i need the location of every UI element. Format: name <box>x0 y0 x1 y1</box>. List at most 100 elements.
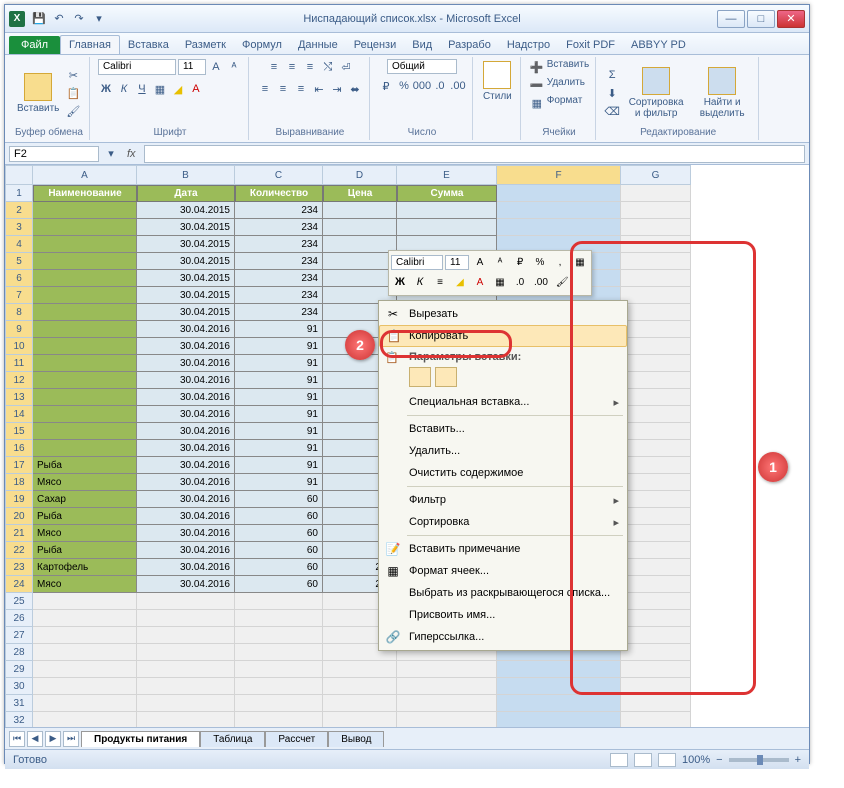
cell[interactable] <box>397 219 497 236</box>
sheet-tab[interactable]: Рассчет <box>265 731 328 747</box>
cell[interactable]: 234 <box>235 287 323 304</box>
cell[interactable]: 91 <box>235 423 323 440</box>
cell[interactable] <box>137 712 235 727</box>
cell[interactable] <box>621 712 691 727</box>
cell[interactable] <box>33 661 137 678</box>
cell[interactable] <box>497 712 621 727</box>
row-header-9[interactable]: 9 <box>5 321 33 338</box>
cell[interactable] <box>33 372 137 389</box>
row-header-19[interactable]: 19 <box>5 491 33 508</box>
ctx-dropdown-pick[interactable]: Выбрать из раскрывающегося списка... <box>379 582 627 604</box>
cell[interactable]: Рыба <box>33 508 137 525</box>
cell[interactable] <box>323 678 397 695</box>
cell[interactable] <box>497 185 621 202</box>
ctx-paste-special[interactable]: Специальная вставка...▸ <box>379 391 627 413</box>
cell[interactable]: 30.04.2015 <box>137 202 235 219</box>
row-header-2[interactable]: 2 <box>5 202 33 219</box>
cell[interactable]: Рыба <box>33 542 137 559</box>
cell[interactable]: 91 <box>235 372 323 389</box>
font-color-icon[interactable]: A <box>188 81 204 97</box>
mini-comma-icon[interactable]: , <box>551 253 569 271</box>
cell[interactable]: 91 <box>235 389 323 406</box>
cell[interactable] <box>33 406 137 423</box>
cell[interactable]: 30.04.2015 <box>137 236 235 253</box>
clear-icon[interactable]: ⌫ <box>604 103 620 119</box>
cell[interactable] <box>33 236 137 253</box>
mini-italic-icon[interactable]: К <box>411 273 429 291</box>
cell[interactable] <box>621 457 691 474</box>
cell[interactable] <box>235 712 323 727</box>
close-button[interactable]: ✕ <box>777 10 805 28</box>
cell[interactable] <box>323 202 397 219</box>
table-header[interactable]: Наименование <box>33 185 137 202</box>
cell[interactable] <box>621 304 691 321</box>
ctx-define-name[interactable]: Присвоить имя... <box>379 604 627 626</box>
cell[interactable] <box>621 253 691 270</box>
row-header-14[interactable]: 14 <box>5 406 33 423</box>
mini-percent-icon[interactable]: % <box>531 253 549 271</box>
cell[interactable] <box>33 304 137 321</box>
font-size-select[interactable]: 11 <box>178 59 206 75</box>
mini-dec-dec-icon[interactable]: .00 <box>531 273 551 291</box>
cell[interactable] <box>397 678 497 695</box>
cell[interactable]: 30.04.2016 <box>137 372 235 389</box>
cell[interactable] <box>621 355 691 372</box>
fill-color-icon[interactable]: ◢ <box>170 81 186 97</box>
cell[interactable] <box>621 423 691 440</box>
paste-button[interactable]: Вставить <box>15 71 61 116</box>
cell[interactable] <box>497 678 621 695</box>
cell[interactable]: 30.04.2016 <box>137 559 235 576</box>
tab-abbyy[interactable]: ABBYY PD <box>623 36 694 54</box>
align-right-icon[interactable]: ≡ <box>293 81 309 97</box>
row-header-32[interactable]: 32 <box>5 712 33 727</box>
ctx-comment[interactable]: 📝Вставить примечание <box>379 538 627 560</box>
sort-filter-button[interactable]: Сортировка и фильтр <box>624 65 688 121</box>
copy-icon[interactable]: 📋 <box>65 85 81 101</box>
ctx-insert[interactable]: Вставить... <box>379 418 627 440</box>
cut-icon[interactable]: ✂ <box>65 67 81 83</box>
row-header-30[interactable]: 30 <box>5 678 33 695</box>
tab-review[interactable]: Рецензи <box>346 36 405 54</box>
cell[interactable]: 234 <box>235 219 323 236</box>
row-header-11[interactable]: 11 <box>5 355 33 372</box>
cell[interactable]: 91 <box>235 457 323 474</box>
cell[interactable] <box>137 678 235 695</box>
view-normal-icon[interactable] <box>610 753 628 767</box>
ctx-clear[interactable]: Очистить содержимое <box>379 462 627 484</box>
cell[interactable] <box>33 270 137 287</box>
cell[interactable] <box>621 474 691 491</box>
format-painter-icon[interactable]: 🖌 <box>65 103 81 119</box>
row-header-27[interactable]: 27 <box>5 627 33 644</box>
row-header-26[interactable]: 26 <box>5 610 33 627</box>
cell[interactable] <box>323 236 397 253</box>
cell[interactable] <box>397 695 497 712</box>
indent-dec-icon[interactable]: ⇤ <box>311 81 327 97</box>
select-all-corner[interactable] <box>5 165 33 185</box>
cell[interactable] <box>33 678 137 695</box>
table-header[interactable]: Сумма <box>397 185 497 202</box>
indent-inc-icon[interactable]: ⇥ <box>329 81 345 97</box>
cell[interactable] <box>33 423 137 440</box>
currency-icon[interactable]: ₽ <box>378 78 394 94</box>
tab-view[interactable]: Вид <box>404 36 440 54</box>
ctx-hyperlink[interactable]: 🔗Гиперссылка... <box>379 626 627 648</box>
sheet-tab[interactable]: Таблица <box>200 731 265 747</box>
cell[interactable] <box>235 661 323 678</box>
cell[interactable] <box>137 627 235 644</box>
inc-decimal-icon[interactable]: .0 <box>432 78 448 94</box>
cell[interactable] <box>621 202 691 219</box>
sheet-nav-first-icon[interactable]: ⏮ <box>9 731 25 747</box>
table-header[interactable]: Количество <box>235 185 323 202</box>
cell[interactable]: 234 <box>235 202 323 219</box>
cell[interactable] <box>137 695 235 712</box>
formula-input[interactable] <box>144 145 805 163</box>
ctx-format-cells[interactable]: ▦Формат ячеек... <box>379 560 627 582</box>
file-tab[interactable]: Файл <box>9 36 60 54</box>
cell[interactable] <box>621 576 691 593</box>
cell[interactable]: 30.04.2015 <box>137 219 235 236</box>
cell[interactable]: 30.04.2016 <box>137 423 235 440</box>
cell[interactable] <box>397 712 497 727</box>
cell[interactable]: 30.04.2016 <box>137 542 235 559</box>
cell[interactable] <box>621 372 691 389</box>
cell[interactable] <box>621 236 691 253</box>
